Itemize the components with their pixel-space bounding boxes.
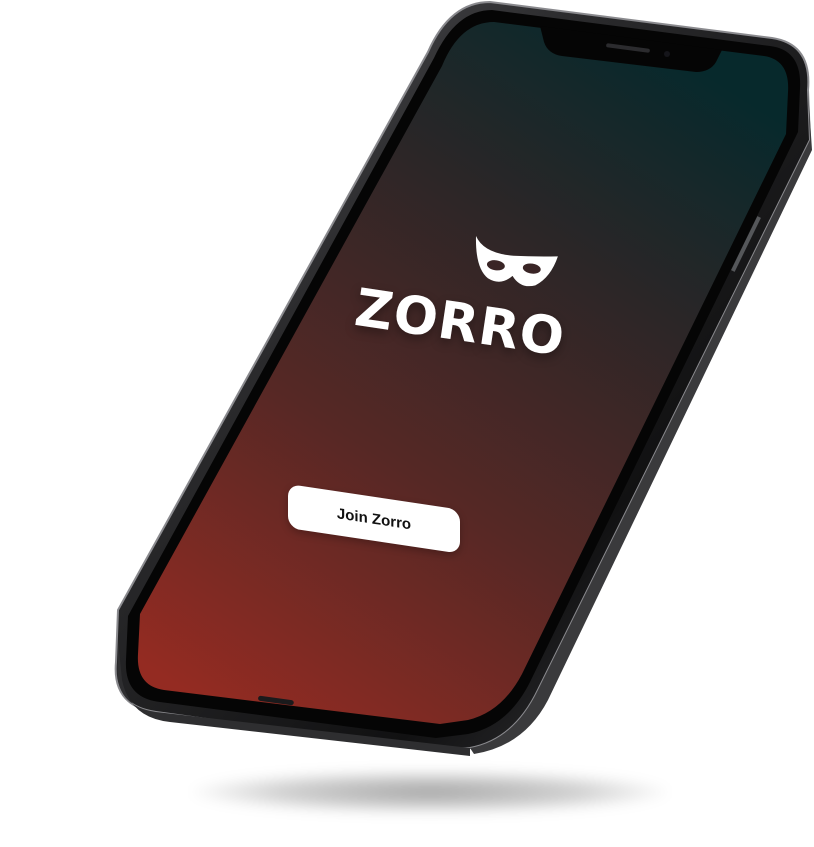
- join-button[interactable]: Join Zorro: [288, 484, 460, 554]
- screen-content: ZORRO Join Zorro: [0, 0, 814, 847]
- join-button-label: Join Zorro: [336, 504, 412, 533]
- device-mockup: ZORRO Join Zorro: [0, 0, 814, 847]
- brand-wordmark: ZORRO: [351, 278, 569, 369]
